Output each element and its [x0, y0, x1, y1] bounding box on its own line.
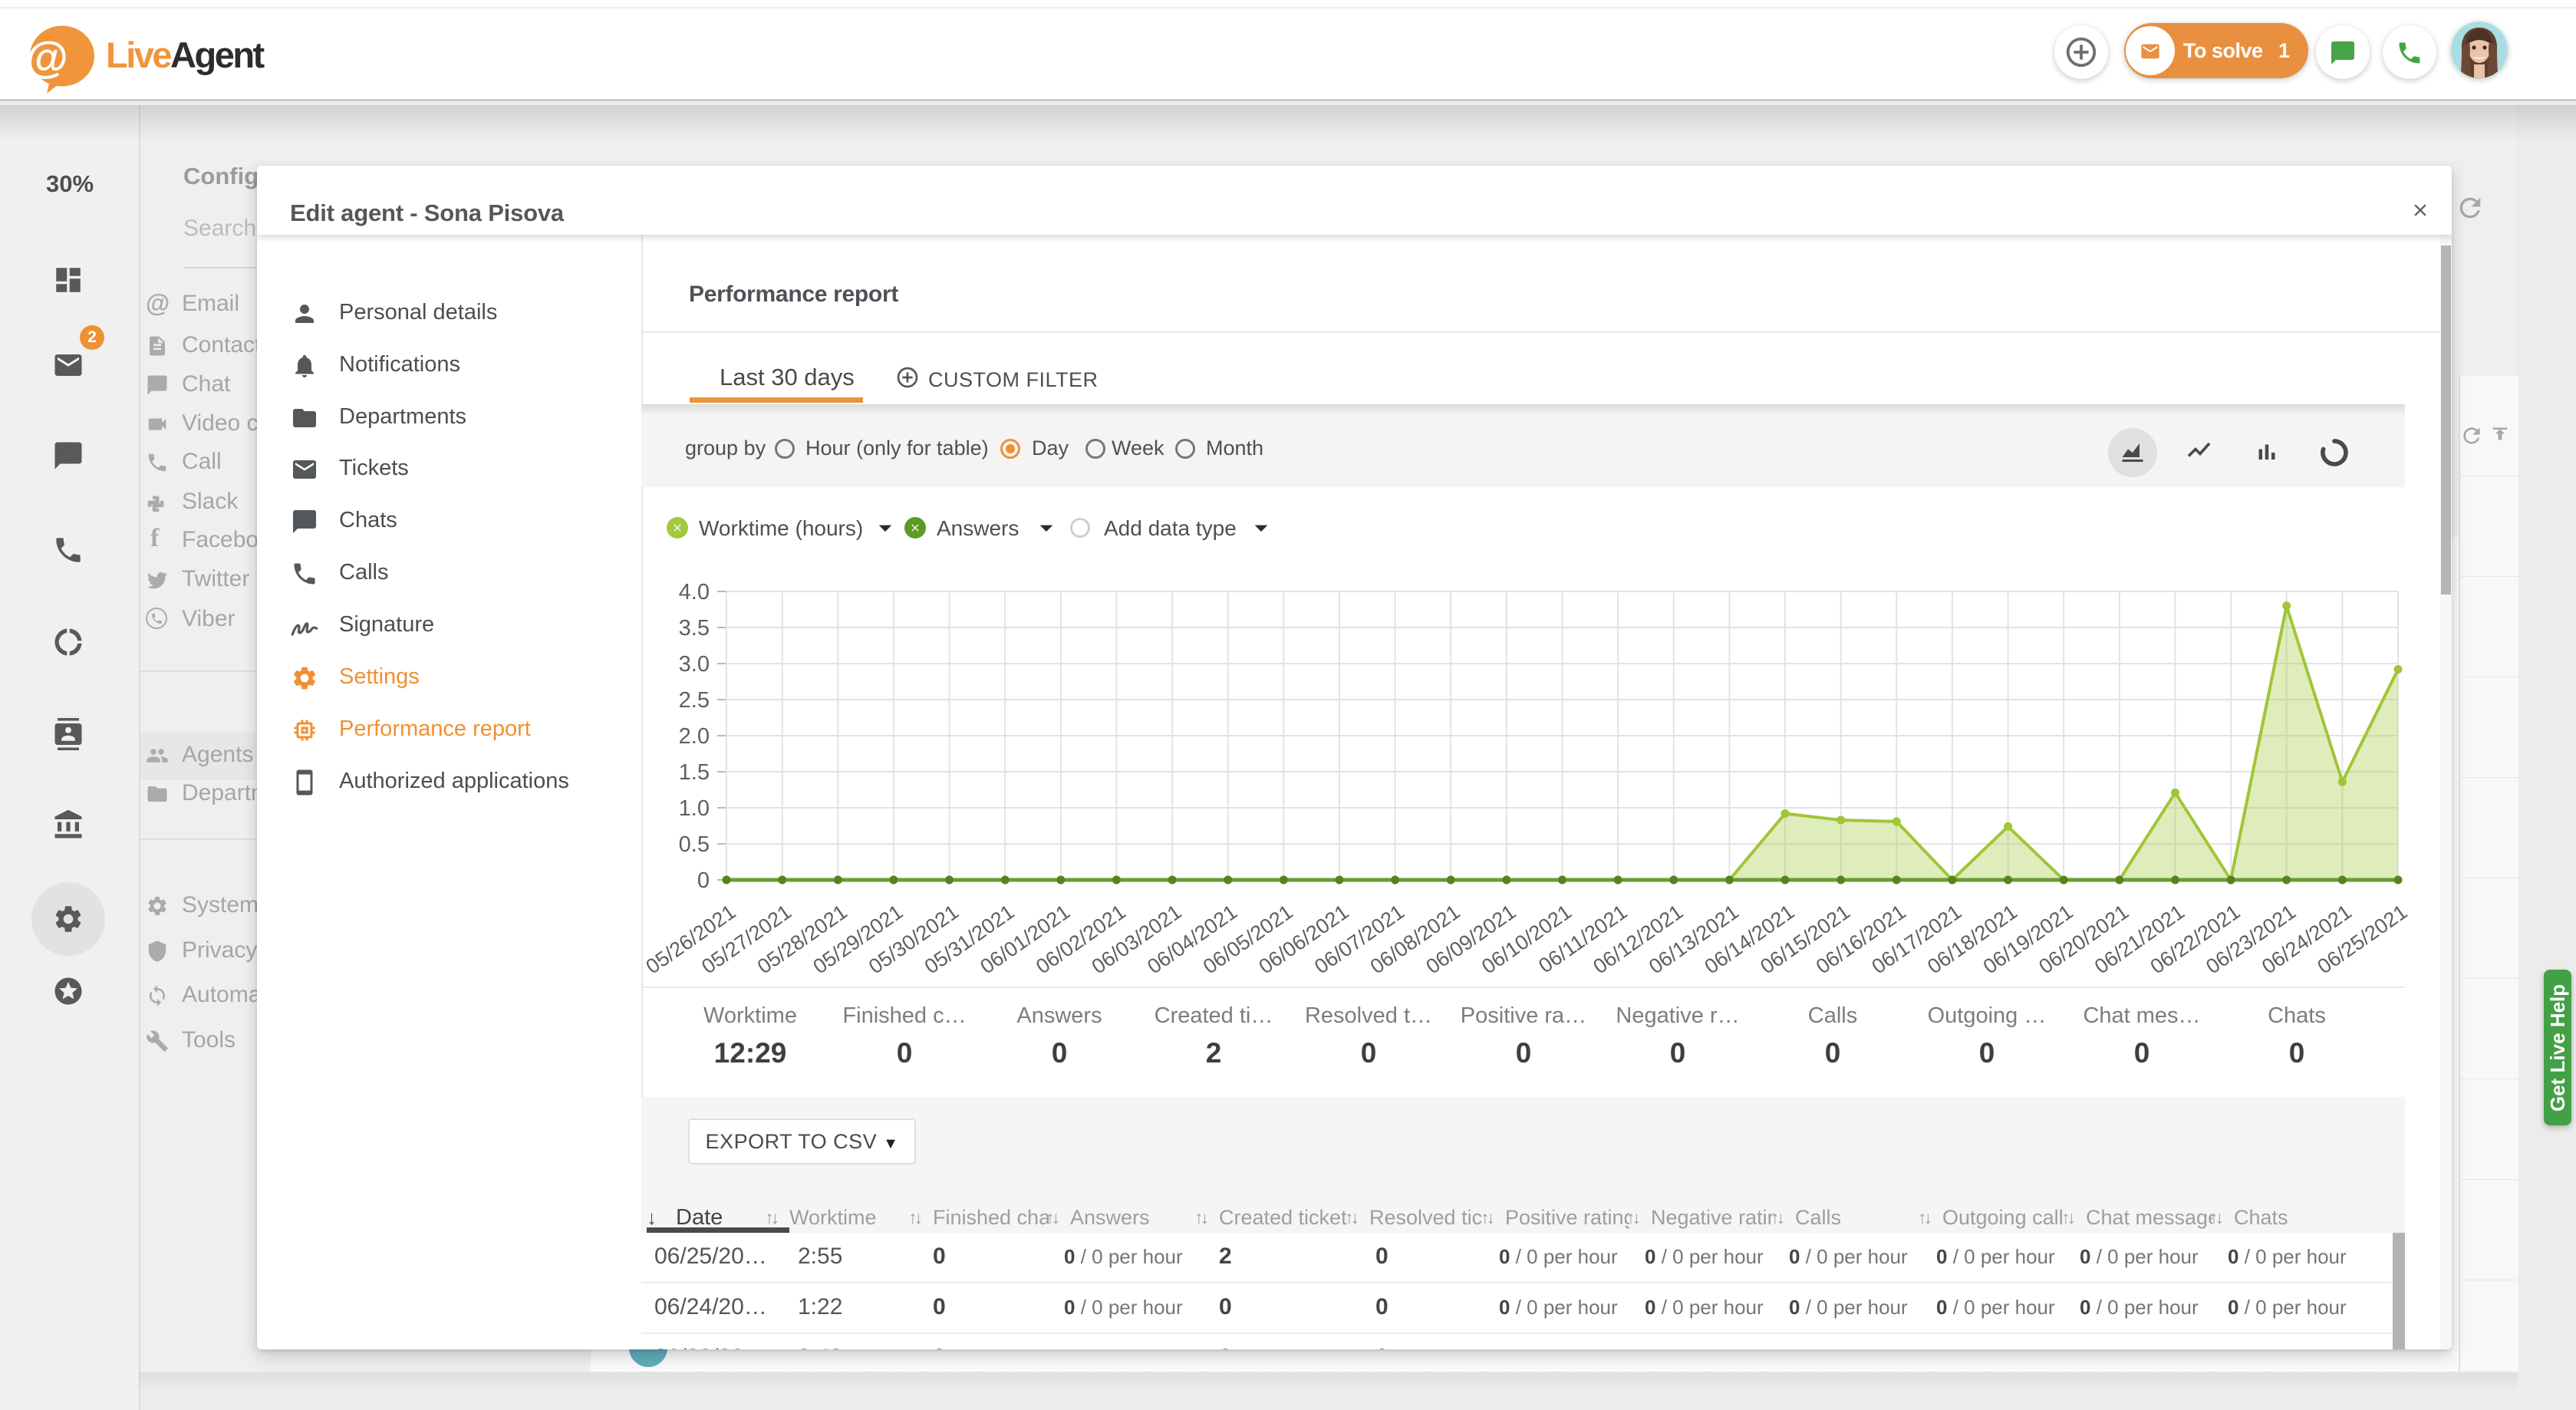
svg-text:2.5: 2.5 [679, 688, 710, 713]
svg-text:4.0: 4.0 [679, 580, 710, 605]
svg-text:1.5: 1.5 [679, 760, 710, 785]
svg-text:0: 0 [697, 868, 710, 893]
svg-text:3.0: 3.0 [679, 652, 710, 677]
svg-text:1.0: 1.0 [679, 796, 710, 821]
svg-text:0.5: 0.5 [679, 832, 710, 857]
svg-text:@: @ [28, 33, 68, 82]
svg-text:2.0: 2.0 [679, 724, 710, 749]
svg-text:3.5: 3.5 [679, 616, 710, 641]
